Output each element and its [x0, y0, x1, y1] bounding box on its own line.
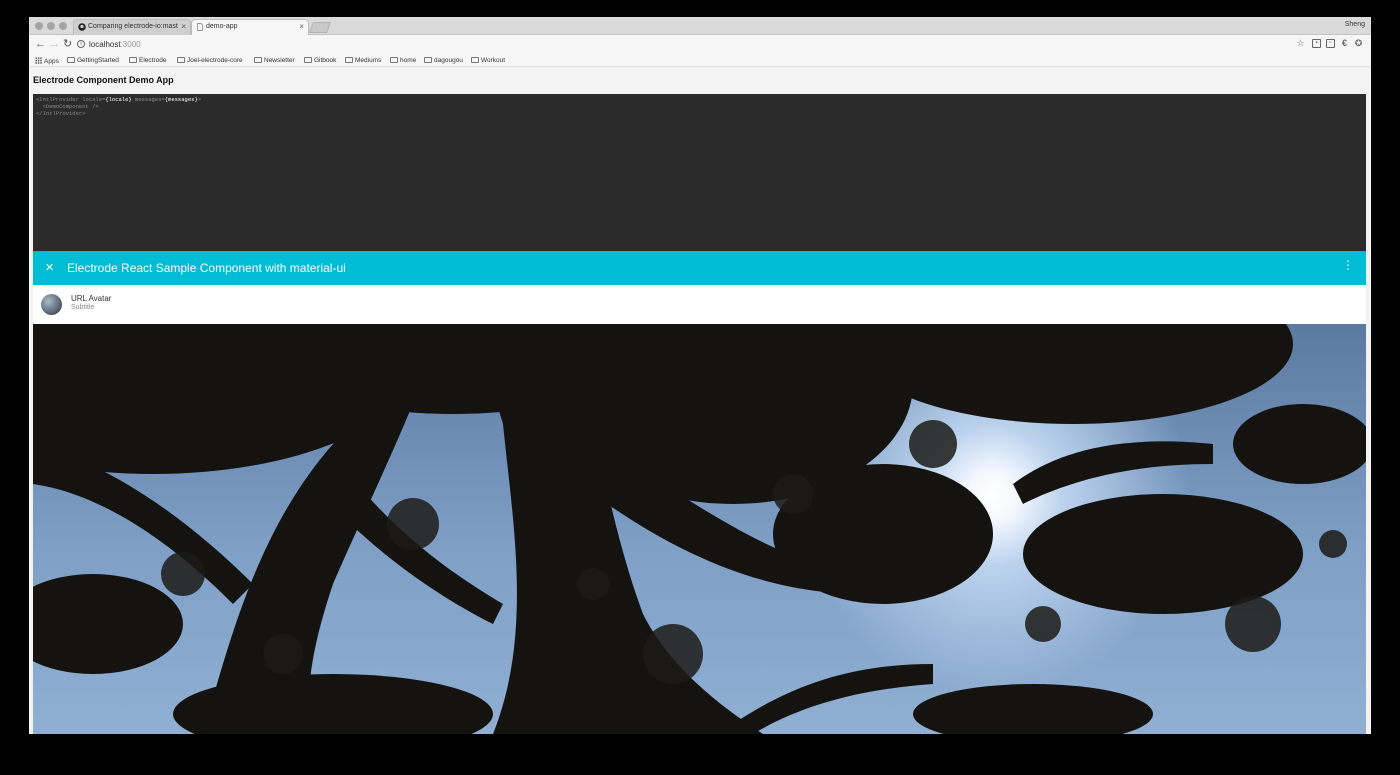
folder-icon	[304, 57, 312, 63]
code-line: <DemoComponent />	[36, 103, 99, 110]
tab-demo-app[interactable]: demo-app ×	[191, 19, 309, 36]
profile-name[interactable]: Sheng	[1345, 21, 1365, 28]
bookmark-electrode[interactable]: Electrode	[129, 57, 166, 64]
minimize-window-icon[interactable]	[47, 22, 55, 30]
bookmark-label: home	[400, 57, 417, 64]
code-expression: {locale}	[105, 96, 132, 103]
code-block: <IntlProvider locale={locale} messages={…	[33, 94, 1366, 251]
close-tab-icon[interactable]: ×	[299, 22, 304, 31]
address-bar[interactable]: i localhost:3000	[75, 38, 1275, 52]
bookmark-label: Mediums	[355, 57, 382, 64]
github-icon	[78, 23, 86, 31]
card-title: URL Avatar	[71, 294, 112, 303]
tree-canopy-image	[33, 324, 1366, 734]
folder-icon	[129, 57, 137, 63]
bookmark-label: dagougou	[434, 57, 463, 64]
app-bar-title: Electrode React Sample Component with ma…	[67, 261, 346, 275]
avatar	[41, 294, 62, 315]
bookmark-label: GettingStarted	[77, 57, 119, 64]
bookmark-label: Gitbook	[314, 57, 337, 64]
page-title: Electrode Component Demo App	[33, 75, 174, 85]
code-tag: >	[197, 96, 202, 103]
code-expression: {messages}	[164, 96, 198, 103]
folder-icon	[471, 57, 479, 63]
bookmark-label: Joel-electrode-core	[187, 57, 243, 64]
page-content: Electrode Component Demo App <IntlProvid…	[29, 68, 1371, 734]
app-bar: ✕ Electrode React Sample Component with …	[33, 251, 1366, 285]
bookmark-label: Apps	[44, 58, 59, 65]
bookmark-dagougou[interactable]: dagougou	[424, 57, 463, 64]
browser-toolbar: ← → ↻ i localhost:3000 ☆ ▪ ▫ € ✪	[29, 35, 1371, 55]
more-vert-icon[interactable]: ⋮	[1342, 259, 1354, 271]
bookmark-gettingstarted[interactable]: GettingStarted	[67, 57, 119, 64]
forward-arrow-icon[interactable]: →	[49, 38, 60, 50]
card-subtitle: Subtitle	[71, 304, 95, 311]
tab-strip: Comparing electrode-io:mast × demo-app ×…	[29, 17, 1371, 36]
code-line: </IntlProvider>	[36, 110, 86, 117]
reload-icon[interactable]: ↻	[63, 38, 72, 50]
close-icon[interactable]: ✕	[45, 261, 54, 274]
extension-gear-icon[interactable]: ✪	[1354, 39, 1363, 48]
bookmark-newsletter[interactable]: Newsletter	[254, 57, 295, 64]
page-icon	[197, 23, 203, 31]
folder-icon	[67, 57, 75, 63]
folder-icon	[254, 57, 262, 63]
code-attr: messages=	[131, 96, 165, 103]
close-tab-icon[interactable]: ×	[181, 22, 186, 31]
extension-e-icon[interactable]: €	[1340, 39, 1349, 48]
folder-icon	[424, 57, 432, 63]
code-tag: <IntlProvider locale=	[36, 96, 106, 103]
close-window-icon[interactable]	[35, 22, 43, 30]
bookmark-label: Workout	[481, 57, 506, 64]
new-tab-button[interactable]	[308, 22, 332, 33]
folder-icon	[345, 57, 353, 63]
tab-label: demo-app	[206, 23, 238, 30]
bookmark-label: Newsletter	[264, 57, 295, 64]
bookmark-workout[interactable]: Workout	[471, 57, 505, 64]
tab-label: Comparing electrode-io:mast	[88, 23, 178, 30]
bookmark-apps[interactable]: Apps	[35, 57, 59, 65]
bookmark-label: Electrode	[139, 57, 167, 64]
bookmark-home[interactable]: home	[390, 57, 416, 64]
maximize-window-icon[interactable]	[59, 22, 67, 30]
browser-window: Comparing electrode-io:mast × demo-app ×…	[29, 17, 1371, 734]
bookmark-gitbook[interactable]: Gitbook	[304, 57, 336, 64]
url-host: localhost	[89, 40, 121, 49]
apps-grid-icon	[35, 57, 42, 64]
extension-cast-icon[interactable]: ▪	[1312, 39, 1321, 48]
bookmarks-bar: Apps GettingStarted Electrode Joel-elect…	[29, 55, 1371, 67]
bookmark-joel-electrode-core[interactable]: Joel-electrode-core	[177, 57, 243, 64]
bookmark-mediums[interactable]: Mediums	[345, 57, 381, 64]
folder-icon	[390, 57, 398, 63]
url-port: :3000	[120, 40, 141, 49]
card-media-image	[33, 324, 1366, 734]
extension-pocket-icon[interactable]: ▫	[1326, 39, 1335, 48]
tab-comparing-electrode[interactable]: Comparing electrode-io:mast ×	[73, 19, 191, 35]
back-arrow-icon[interactable]: ←	[35, 38, 46, 50]
info-icon[interactable]: i	[77, 40, 85, 48]
bookmark-star-icon[interactable]: ☆	[1296, 39, 1305, 48]
folder-icon	[177, 57, 185, 63]
card-header: URL Avatar Subtitle	[33, 285, 1366, 324]
